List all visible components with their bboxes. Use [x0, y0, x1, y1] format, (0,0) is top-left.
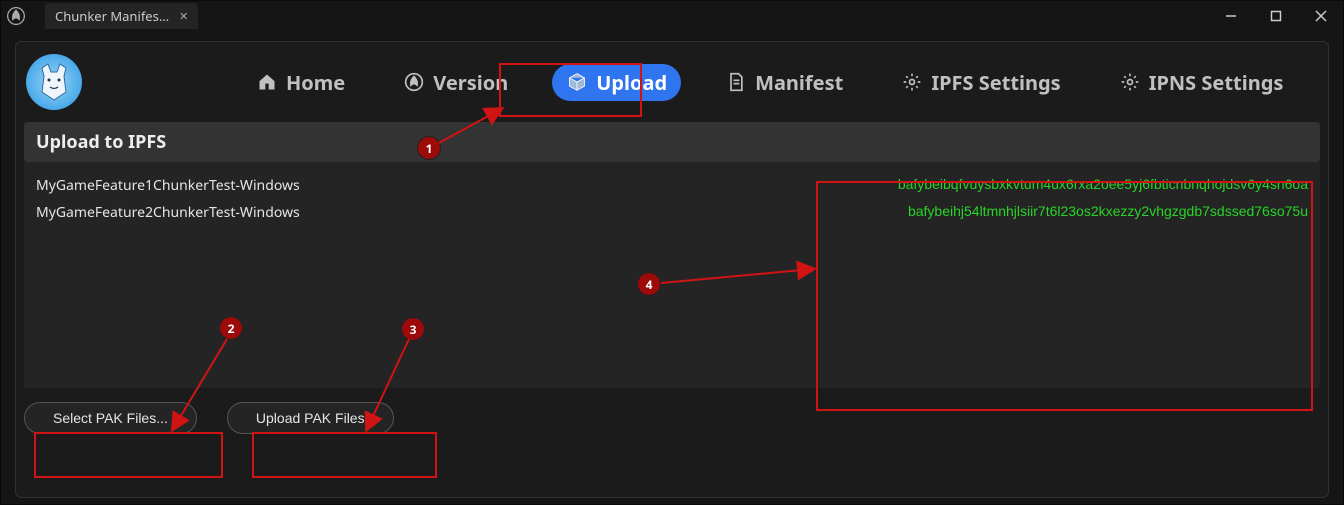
pak-hash: bafybeibqfvuysbxkvtum4ux6rxa2oee5yj6fbti… — [898, 176, 1308, 195]
nav-ipns-settings[interactable]: IPNS Settings — [1105, 64, 1298, 101]
panel-body: MyGameFeature1ChunkerTest-Windows bafybe… — [24, 162, 1320, 388]
upload-pak-files-button[interactable]: Upload PAK Files — [227, 402, 394, 434]
pak-name: MyGameFeature2ChunkerTest-Windows — [36, 203, 300, 222]
cube-icon — [566, 71, 588, 93]
nav-version[interactable]: Version — [389, 64, 522, 101]
content-area: Home Version Upload Manifest IPFS Settin… — [15, 41, 1329, 498]
window-minimize-button[interactable] — [1208, 1, 1253, 31]
nav-ipns-settings-label: IPNS Settings — [1149, 69, 1284, 96]
top-nav: Home Version Upload Manifest IPFS Settin… — [16, 42, 1328, 122]
nav-ipfs-settings-label: IPFS Settings — [931, 69, 1060, 96]
select-pak-files-button[interactable]: Select PAK Files... — [24, 402, 197, 434]
upload-panel: Upload to IPFS MyGameFeature1ChunkerTest… — [24, 122, 1320, 388]
nav-version-label: Version — [433, 69, 508, 96]
pak-row: MyGameFeature1ChunkerTest-Windows bafybe… — [36, 172, 1308, 199]
gear-icon — [901, 71, 923, 93]
unreal-logo-icon — [1, 1, 31, 31]
nav-home-label: Home — [286, 69, 345, 96]
tab-title: Chunker Manifes… — [55, 7, 169, 25]
nav-upload-label: Upload — [596, 69, 667, 96]
nav-manifest[interactable]: Manifest — [711, 64, 857, 101]
unreal-icon — [403, 71, 425, 93]
nav-ipfs-settings[interactable]: IPFS Settings — [887, 64, 1074, 101]
nav-upload[interactable]: Upload — [552, 64, 681, 101]
window-maximize-button[interactable] — [1253, 1, 1298, 31]
home-icon — [256, 71, 278, 93]
tab-close-icon[interactable]: ✕ — [179, 9, 188, 24]
pak-name: MyGameFeature1ChunkerTest-Windows — [36, 176, 300, 195]
gear-icon — [1119, 71, 1141, 93]
panel-title: Upload to IPFS — [24, 122, 1320, 162]
window-close-button[interactable] — [1298, 1, 1343, 31]
nav-manifest-label: Manifest — [755, 69, 843, 96]
plugin-logo-icon — [26, 54, 82, 110]
document-icon — [725, 71, 747, 93]
pak-hash: bafybeihj54ltmnhjlsiir7t6l23os2kxezzy2vh… — [908, 203, 1308, 222]
window: Chunker Manifes… ✕ — [0, 0, 1344, 505]
editor-tab[interactable]: Chunker Manifes… ✕ — [45, 3, 198, 29]
pak-row: MyGameFeature2ChunkerTest-Windows bafybe… — [36, 199, 1308, 226]
buttons-row: Select PAK Files... Upload PAK Files — [16, 388, 1328, 448]
titlebar: Chunker Manifes… ✕ — [1, 1, 1343, 31]
nav-home[interactable]: Home — [242, 64, 359, 101]
